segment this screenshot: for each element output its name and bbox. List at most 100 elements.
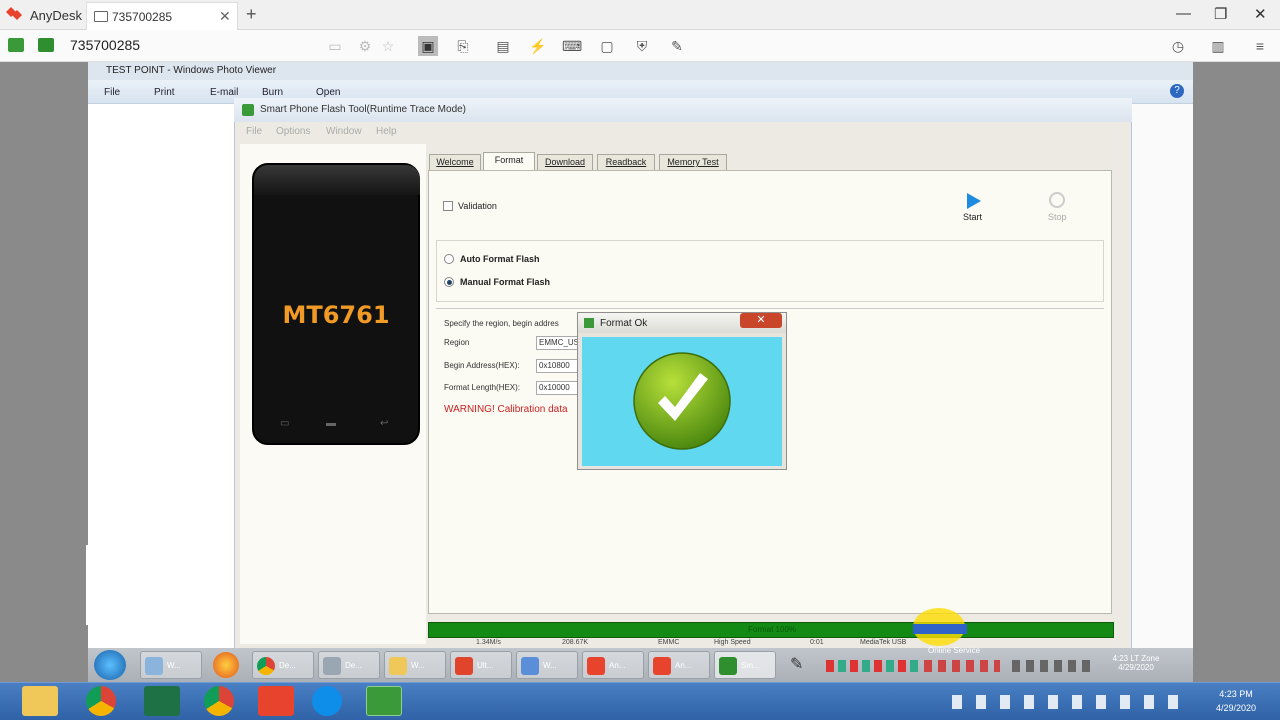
remote-clock: 4:23 LT Zone 4/29/2020 [1104, 654, 1168, 672]
tab-format[interactable]: Format [483, 152, 535, 171]
tab-download[interactable]: Download [537, 154, 593, 171]
session-tab-label: 735700285 [112, 10, 173, 24]
close-tab-icon[interactable]: ✕ [219, 8, 231, 25]
home-key-icon: ▬ [326, 418, 336, 429]
pv-menu-file[interactable]: File [104, 87, 120, 98]
manual-format-label: Manual Format Flash [460, 277, 551, 287]
flash-tool-menu: File Options Window Help [240, 124, 1126, 140]
remote-task-anydesk-1[interactable]: An... [582, 651, 644, 679]
photo-viewer-right [1130, 104, 1193, 682]
calibration-warning: WARNING! Calibration data [444, 404, 568, 415]
history-icon[interactable]: ◷ [1168, 36, 1188, 56]
chat-icon[interactable]: ▤ [493, 36, 513, 56]
start-label[interactable]: Start [963, 212, 982, 222]
actions-icon[interactable]: ⚡ [528, 36, 548, 56]
tray-icons[interactable] [826, 660, 922, 672]
screen-icon[interactable]: ▭ [325, 36, 345, 56]
new-tab-button[interactable]: + [246, 4, 257, 25]
start-icon[interactable] [965, 192, 983, 210]
keyboard-icon[interactable]: ⌨ [562, 36, 582, 56]
file-transfer-icon[interactable]: ⎘ [453, 36, 473, 56]
settings-icon[interactable]: ⚙ [355, 36, 375, 56]
photo-viewer-titlebar: TEST POINT - Windows Photo Viewer [88, 62, 1193, 80]
begin-address-label: Begin Address(HEX): [444, 361, 520, 370]
teamviewer-icon[interactable] [312, 686, 342, 716]
globe-icon[interactable] [366, 686, 402, 716]
secure-icon[interactable] [38, 38, 54, 52]
menu-icon[interactable]: ≡ [1250, 36, 1270, 56]
monitor-icon[interactable]: ▢ [597, 36, 617, 56]
phone-image: MT6761 ▭ ▬ ↩ [252, 163, 420, 445]
status-storage: EMMC [658, 639, 680, 646]
remote-task-flash-tool[interactable]: Sm... [714, 651, 776, 679]
remote-task-3[interactable]: De... [318, 651, 380, 679]
status-mode: High Speed [714, 639, 751, 646]
photo-viewer-left [88, 104, 234, 682]
excel-icon[interactable] [144, 686, 180, 716]
pv-menu-email[interactable]: E-mail [210, 87, 238, 98]
sp-menu-options[interactable]: Options [276, 126, 310, 137]
menu-key-icon: ▭ [280, 418, 290, 429]
remote-task-anydesk-2[interactable]: An... [648, 651, 710, 679]
local-clock[interactable]: 4:23 PM 4/29/2020 [1200, 687, 1272, 715]
address-field[interactable]: 735700285 [70, 37, 140, 53]
tray-icons-2[interactable] [924, 660, 1000, 672]
file-icon[interactable]: ▥ [1208, 36, 1228, 56]
connection-icon[interactable] [8, 38, 24, 52]
tab-memory-test[interactable]: Memory Test [659, 154, 727, 171]
remote-task-6[interactable]: W... [516, 651, 578, 679]
remote-task-5[interactable]: Ult... [450, 651, 512, 679]
region-hint: Specify the region, begin addres [444, 319, 559, 328]
firefox-icon[interactable] [213, 652, 239, 678]
auto-format-radio[interactable] [444, 254, 454, 264]
validation-checkbox[interactable] [443, 201, 453, 211]
sp-menu-file[interactable]: File [246, 126, 262, 137]
flash-tool-icon [242, 104, 254, 116]
tray-icons-3[interactable] [1012, 660, 1096, 672]
highlight-bar [913, 624, 967, 634]
windows-start-icon[interactable] [94, 650, 126, 680]
minimize-button[interactable]: — [1176, 5, 1191, 22]
sp-menu-window[interactable]: Window [326, 126, 362, 137]
photo-icon [521, 657, 539, 675]
pv-menu-burn[interactable]: Burn [262, 87, 283, 98]
manual-format-radio[interactable] [444, 277, 454, 287]
tab-readback[interactable]: Readback [597, 154, 655, 171]
chrome-icon[interactable] [86, 686, 116, 716]
format-length-input[interactable]: 0x10000 [536, 381, 578, 395]
phone-top [254, 165, 420, 195]
remote-task-1[interactable]: W... [140, 651, 202, 679]
region-select[interactable]: EMMC_US [536, 336, 578, 350]
pv-menu-print[interactable]: Print [154, 87, 175, 98]
star-icon[interactable]: ☆ [378, 36, 398, 56]
progress-bar: Format 100% [428, 622, 1114, 638]
draw-icon[interactable]: ✎ [667, 36, 687, 56]
stop-icon[interactable] [1049, 192, 1065, 208]
pv-menu-open[interactable]: Open [316, 87, 340, 98]
maximize-button[interactable]: ❐ [1214, 5, 1227, 23]
begin-address-input[interactable]: 0x10800 [536, 359, 578, 373]
tab-welcome[interactable]: Welcome [429, 154, 481, 171]
sp-menu-help[interactable]: Help [376, 126, 397, 137]
pen-icon[interactable]: ✎ [790, 654, 814, 678]
display-icon[interactable]: ▣ [418, 36, 438, 56]
local-date: 4/29/2020 [1215, 703, 1257, 713]
photo-viewer-title: TEST POINT - Windows Photo Viewer [106, 65, 277, 76]
anydesk-taskbar-icon[interactable] [258, 686, 294, 716]
help-icon[interactable]: ? [1170, 84, 1184, 98]
dialog-close-button[interactable]: ✕ [740, 313, 782, 328]
explorer-icon[interactable] [22, 686, 58, 716]
stop-label[interactable]: Stop [1048, 212, 1067, 222]
anydesk-brand: AnyDesk [30, 8, 83, 23]
permissions-icon[interactable]: ⛨ [632, 36, 652, 56]
flash-tool-titlebar: Smart Phone Flash Tool(Runtime Trace Mod… [234, 98, 1132, 122]
remote-task-chrome[interactable]: De... [252, 651, 314, 679]
progress-text: Format 100% [747, 625, 797, 634]
dialog-app-icon [584, 318, 594, 328]
remote-time: 4:23 LT Zone [1112, 654, 1160, 663]
remote-task-explorer[interactable]: W... [384, 651, 446, 679]
close-window-button[interactable]: ✕ [1254, 5, 1267, 23]
session-tab[interactable]: 735700285 ✕ [86, 2, 238, 30]
local-tray-icons[interactable] [952, 695, 1192, 709]
chrome-icon-2[interactable] [204, 686, 234, 716]
